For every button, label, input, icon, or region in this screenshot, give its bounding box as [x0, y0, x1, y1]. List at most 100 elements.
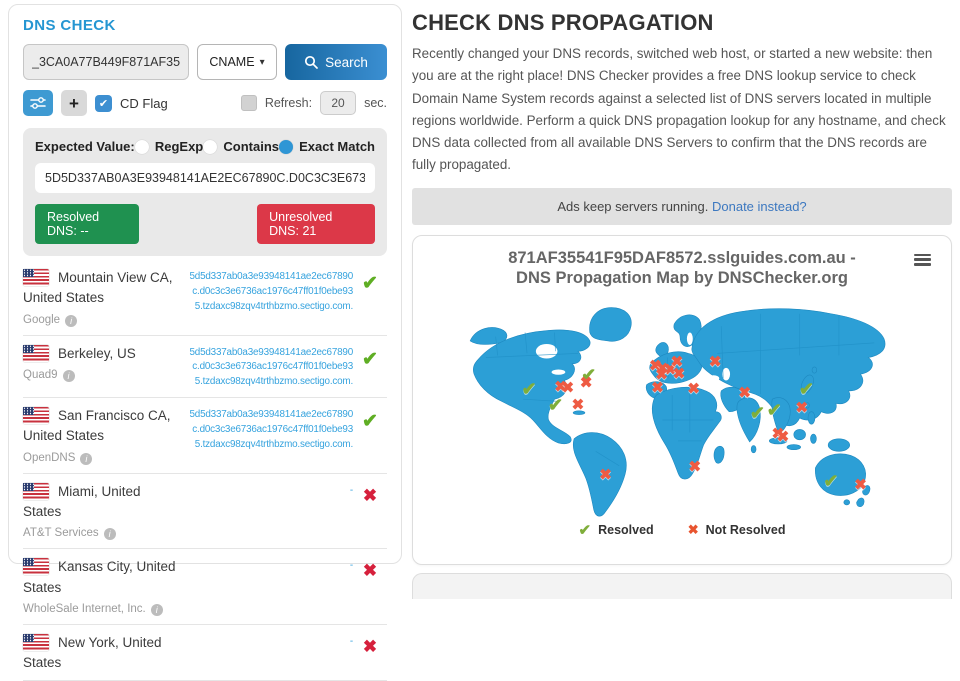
- map-marker-not-resolved[interactable]: ✖: [599, 468, 612, 483]
- map-marker-not-resolved[interactable]: ✖: [796, 400, 809, 415]
- us-flag-icon: [23, 634, 49, 651]
- search-button-label: Search: [325, 55, 368, 70]
- not-resolved-cross-icon: ✖: [688, 522, 699, 538]
- mode-exact-match[interactable]: Exact Match: [279, 139, 375, 154]
- map-marker-resolved[interactable]: ✔: [799, 380, 814, 398]
- map-marker-not-resolved[interactable]: ✖: [580, 376, 593, 391]
- map-marker-not-resolved[interactable]: ✖: [688, 460, 701, 475]
- expected-value-panel: Expected Value: RegExp Contains Exact Ma…: [23, 128, 387, 256]
- page-title: CHECK DNS PROPAGATION: [412, 10, 952, 36]
- expected-value-label: Expected Value:: [35, 139, 135, 154]
- expected-value-input[interactable]: [35, 163, 375, 193]
- server-provider: WholeSale Internet, Inc.: [23, 603, 146, 615]
- hostname-input[interactable]: [23, 44, 189, 80]
- dns-server-list: Mountain View CA, United States Googlei …: [23, 260, 387, 681]
- status-icon: ✔: [353, 406, 387, 433]
- map-marker-resolved[interactable]: ✔: [767, 401, 782, 419]
- ads-notice-text: Ads keep servers running.: [557, 199, 708, 214]
- map-title: 871AF35541F95DAF8572.sslguides.com.au - …: [421, 248, 943, 289]
- options-row: + ✔ CD Flag Refresh: sec.: [23, 90, 387, 116]
- table-row: New York, United States - ✖: [23, 625, 387, 681]
- legend-not-resolved-label: Not Resolved: [706, 523, 786, 537]
- panel-title: DNS CHECK: [23, 17, 387, 34]
- dns-result: 5d5d337ab0a3e93948141ae2ec67890c.d0c3c3e…: [185, 406, 353, 453]
- us-flag-icon: [23, 483, 49, 500]
- server-provider: Quad9: [23, 369, 58, 381]
- cd-flag-label: CD Flag: [120, 96, 168, 111]
- world-map: ✔✔✔✔✔✔✔✖✖✖✖✖✖✖✖✖✖✖✖✖✖✖✖✖✖✖✖: [427, 295, 937, 519]
- cd-flag-checkbox[interactable]: ✔: [95, 95, 112, 112]
- chevron-down-icon: ▾: [260, 57, 265, 68]
- map-title-line2: DNS Propagation Map by DNSChecker.org: [421, 268, 943, 289]
- refresh-interval-input[interactable]: [320, 91, 356, 115]
- server-provider: AT&T Services: [23, 527, 99, 539]
- map-marker-not-resolved[interactable]: ✖: [561, 380, 574, 395]
- table-row: Berkeley, US Quad9 i 5d5d337ab0a3e9394814…: [23, 336, 387, 399]
- search-row: CNAME ▾ Search: [23, 44, 387, 80]
- map-marker-not-resolved[interactable]: ✖: [709, 354, 722, 369]
- dns-result: 5d5d337ab0a3e93948141ae2ec67890c.d0c3c3e…: [185, 268, 353, 315]
- search-icon: [304, 55, 318, 69]
- info-icon[interactable]: i: [65, 315, 77, 327]
- us-flag-icon: [23, 269, 49, 286]
- dns-result: -: [185, 482, 353, 499]
- info-icon[interactable]: i: [63, 370, 75, 382]
- map-marker-not-resolved[interactable]: ✖: [572, 397, 585, 412]
- main-content: CHECK DNS PROPAGATION Recently changed y…: [412, 0, 952, 599]
- sliders-icon: [30, 96, 46, 110]
- dns-result: 5d5d337ab0a3e93948141ae2ec67890c.d0c3c3e…: [185, 344, 353, 391]
- server-provider: OpenDNS: [23, 452, 75, 464]
- info-icon[interactable]: i: [104, 528, 116, 540]
- add-server-button[interactable]: +: [61, 90, 87, 116]
- server-location: Berkeley, US: [58, 346, 136, 361]
- dns-result: -: [185, 557, 353, 574]
- legend-resolved-label: Resolved: [598, 523, 654, 537]
- options-toggle-button[interactable]: [23, 90, 53, 116]
- dns-result: -: [185, 633, 353, 650]
- check-icon: ✔: [99, 97, 108, 110]
- refresh-checkbox[interactable]: [241, 95, 257, 111]
- map-marker-resolved[interactable]: ✔: [521, 380, 536, 398]
- resolved-check-icon: ✔: [579, 521, 592, 539]
- map-marker-not-resolved[interactable]: ✖: [651, 380, 664, 395]
- map-marker-not-resolved[interactable]: ✖: [777, 429, 790, 444]
- legend-resolved: ✔ Resolved: [579, 521, 654, 539]
- contains-radio[interactable]: [203, 140, 217, 154]
- us-flag-icon: [23, 407, 49, 424]
- map-marker-resolved[interactable]: ✔: [750, 404, 765, 422]
- search-button[interactable]: Search: [285, 44, 387, 80]
- unresolved-dns-badge: Unresolved DNS: 21: [257, 204, 375, 244]
- table-row: Mountain View CA, United States Googlei …: [23, 260, 387, 336]
- map-title-line1: 871AF35541F95DAF8572.sslguides.com.au -: [421, 248, 943, 269]
- regexp-radio[interactable]: [135, 140, 149, 154]
- status-icon: ✖: [353, 557, 387, 581]
- info-icon[interactable]: i: [80, 453, 92, 465]
- status-icon: ✖: [353, 633, 387, 657]
- us-flag-icon: [23, 558, 49, 575]
- chart-menu-icon[interactable]: [914, 252, 931, 268]
- table-row: Kansas City, United States WholeSale Int…: [23, 549, 387, 625]
- refresh-unit-label: sec.: [364, 96, 387, 110]
- donate-link[interactable]: Donate instead?: [712, 199, 807, 214]
- status-icon: ✖: [353, 482, 387, 506]
- status-icon: ✔: [353, 344, 387, 371]
- map-marker-not-resolved[interactable]: ✖: [687, 381, 700, 396]
- info-icon[interactable]: i: [151, 604, 163, 616]
- resolved-dns-badge: Resolved DNS: --: [35, 204, 139, 244]
- mode-regexp[interactable]: RegExp: [135, 139, 203, 154]
- map-marker-resolved[interactable]: ✔: [548, 396, 563, 414]
- map-marker-not-resolved[interactable]: ✖: [854, 478, 867, 493]
- ads-notice: Ads keep servers running. Donate instead…: [412, 188, 952, 225]
- exact-match-radio[interactable]: [279, 140, 293, 154]
- propagation-map-card: 871AF35541F95DAF8572.sslguides.com.au - …: [412, 235, 952, 565]
- record-type-select[interactable]: CNAME ▾: [197, 44, 277, 80]
- map-marker-resolved[interactable]: ✔: [823, 472, 838, 490]
- next-card-partial: [412, 573, 952, 599]
- map-marker-not-resolved[interactable]: ✖: [673, 367, 686, 382]
- mode-contains[interactable]: Contains: [203, 139, 279, 154]
- refresh-label: Refresh:: [265, 96, 312, 110]
- intro-paragraph: Recently changed your DNS records, switc…: [412, 43, 952, 177]
- status-icon: ✔: [353, 268, 387, 295]
- map-marker-not-resolved[interactable]: ✖: [738, 386, 751, 401]
- record-type-value: CNAME: [209, 55, 254, 69]
